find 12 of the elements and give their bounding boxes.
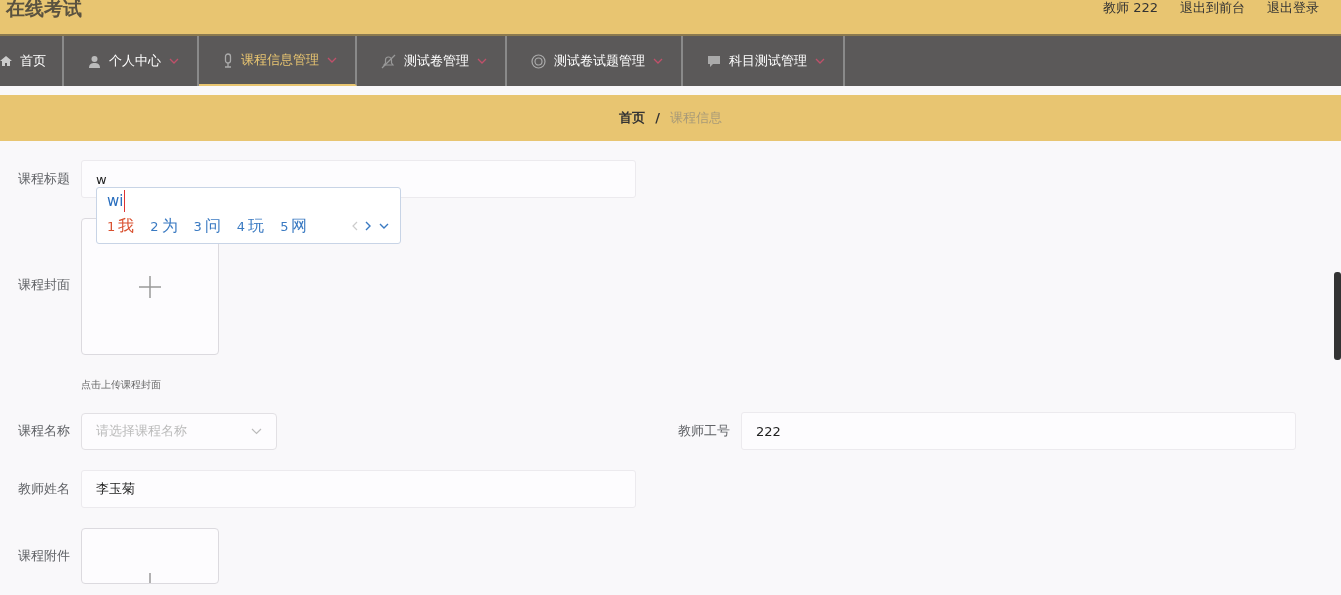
field-label: 教师工号 [677,422,731,441]
field-label: 课程标题 [17,170,71,189]
placeholder-text: 请选择课程名称 [96,422,187,441]
user-name: 教师 222 [1103,0,1158,16]
ime-composition: wi [107,190,126,212]
upload-hint: 点击上传课程封面 [81,378,162,392]
breadcrumb-item: 课程信息 [669,109,722,128]
field-label: 课程附件 [17,547,71,566]
breadcrumb-separator: / [655,109,660,128]
field-label: 教师姓名 [17,480,71,499]
field-label: 课程名称 [17,422,71,441]
field-label: 课程封面 [17,276,71,295]
